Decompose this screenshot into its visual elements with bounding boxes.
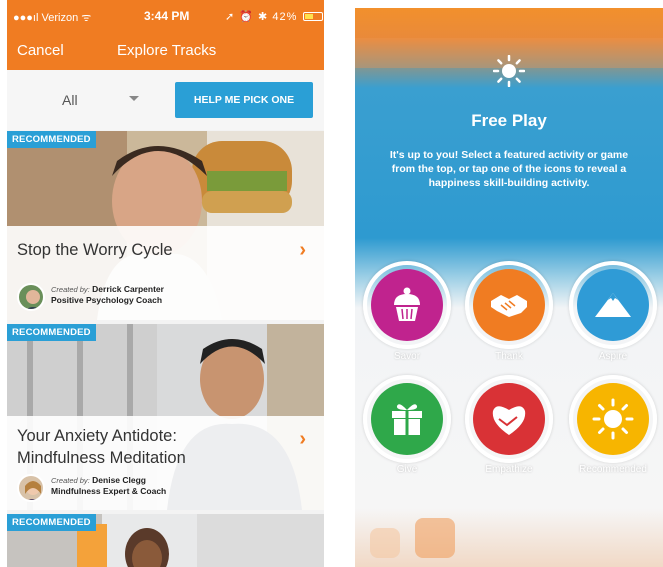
gift-icon xyxy=(392,404,422,435)
signal-icon: ●●●ıl xyxy=(13,12,42,24)
free-play-screen: Free Play It's up to you! Select a featu… xyxy=(355,8,663,567)
status-time: 3:44 PM xyxy=(144,9,190,23)
give-label: Give xyxy=(396,464,418,475)
filter-row: All HELP ME PICK ONE xyxy=(7,70,324,130)
bluetooth-icon: ✱ xyxy=(258,11,269,23)
help-me-pick-button[interactable]: HELP ME PICK ONE xyxy=(175,82,313,118)
battery-percent: 42% xyxy=(272,11,298,23)
track-card[interactable]: RECOMMENDED Stop the Worry Cycle › Creat… xyxy=(7,131,324,320)
sun-icon xyxy=(493,55,525,87)
give-button[interactable] xyxy=(363,375,451,463)
free-play-description: It's up to you! Select a featured activi… xyxy=(389,149,629,189)
carrier-label: ●●●ıl Verizon ᯤ xyxy=(13,12,92,24)
chevron-down-icon[interactable] xyxy=(129,96,139,101)
track-title: Your Anxiety Antidote: Mindfulness Medit… xyxy=(17,427,186,467)
recommended-button[interactable] xyxy=(569,375,657,463)
blurred-background xyxy=(370,528,400,558)
wifi-icon: ᯤ xyxy=(78,12,92,24)
avatar xyxy=(17,474,45,502)
creator-info: Created by: Derrick Carpenter Positive P… xyxy=(51,284,164,305)
cupcake-icon xyxy=(394,287,420,321)
location-icon: ➚ xyxy=(225,11,236,23)
recommended-label: Recommended xyxy=(579,464,647,475)
alarm-icon: ⏰ xyxy=(239,11,254,23)
empathize-label: Empathize xyxy=(485,464,533,475)
heart-hand-icon xyxy=(492,406,526,435)
chevron-right-icon[interactable]: › xyxy=(299,428,306,451)
savor-button[interactable] xyxy=(363,261,451,349)
battery-icon xyxy=(303,12,324,21)
page-title: Explore Tracks xyxy=(117,42,217,59)
thank-label: Thank xyxy=(495,351,523,362)
nav-bar: Cancel Explore Tracks xyxy=(7,30,324,70)
recommended-badge: RECOMMENDED xyxy=(7,324,96,341)
category-select[interactable]: All xyxy=(62,92,78,108)
handshake-icon xyxy=(491,295,527,317)
avatar xyxy=(17,283,45,311)
aspire-label: Aspire xyxy=(598,351,628,362)
empathize-button[interactable] xyxy=(465,375,553,463)
savor-label: Savor xyxy=(393,351,421,362)
free-play-title: Free Play xyxy=(471,111,547,130)
mountain-icon xyxy=(595,293,631,317)
recommended-badge: RECOMMENDED xyxy=(7,131,96,148)
creator-info: Created by: Denise Clegg Mindfulness Exp… xyxy=(51,475,167,496)
sun-icon xyxy=(592,398,634,440)
cancel-button[interactable]: Cancel xyxy=(17,42,64,59)
track-card[interactable]: RECOMMENDED Your Anxiety Antidote: Mindf… xyxy=(7,324,324,510)
blurred-background xyxy=(415,518,455,558)
thank-button[interactable] xyxy=(465,261,553,349)
aspire-button[interactable] xyxy=(569,261,657,349)
recommended-badge: RECOMMENDED xyxy=(7,514,96,531)
explore-tracks-screen: ●●●ıl Verizon ᯤ 3:44 PM ➚ ⏰ ✱ 42% Cancel… xyxy=(7,0,324,567)
chevron-right-icon[interactable]: › xyxy=(299,239,306,262)
track-title: Stop the Worry Cycle xyxy=(17,241,173,259)
status-bar: ●●●ıl Verizon ᯤ 3:44 PM ➚ ⏰ ✱ 42% xyxy=(7,0,324,30)
status-icons: ➚ ⏰ ✱ 42% xyxy=(225,10,324,23)
track-card[interactable]: RECOMMENDED xyxy=(7,514,324,567)
